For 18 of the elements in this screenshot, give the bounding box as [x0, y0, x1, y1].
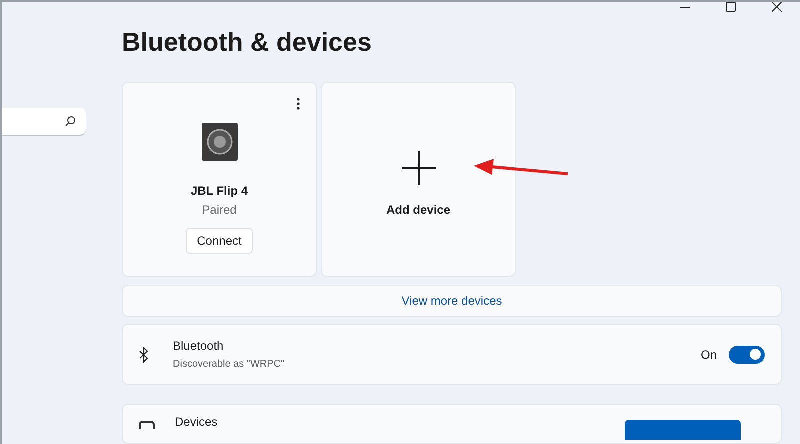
speaker-icon [202, 123, 238, 161]
toggle-switch[interactable] [729, 346, 765, 364]
search-field[interactable] [2, 108, 86, 136]
setting-title: Devices [175, 415, 219, 429]
plus-icon [402, 150, 436, 184]
add-device-card[interactable]: Add device [321, 82, 516, 277]
view-more-devices-button[interactable]: View more devices [122, 285, 782, 317]
toggle-state-label: On [700, 346, 717, 364]
more-options-icon[interactable] [297, 98, 300, 110]
setting-title: Bluetooth [173, 338, 225, 355]
device-name: JBL Flip 4 [190, 183, 248, 200]
device-status: Paired [202, 202, 237, 219]
connect-button[interactable]: Connect [186, 228, 253, 254]
setting-subtitle: Discoverable as "WRPC" [173, 358, 286, 372]
bluetooth-icon [139, 346, 149, 362]
page-title: Bluetooth & devices [122, 26, 373, 59]
devices-icon [139, 421, 155, 429]
search-icon [65, 116, 76, 127]
